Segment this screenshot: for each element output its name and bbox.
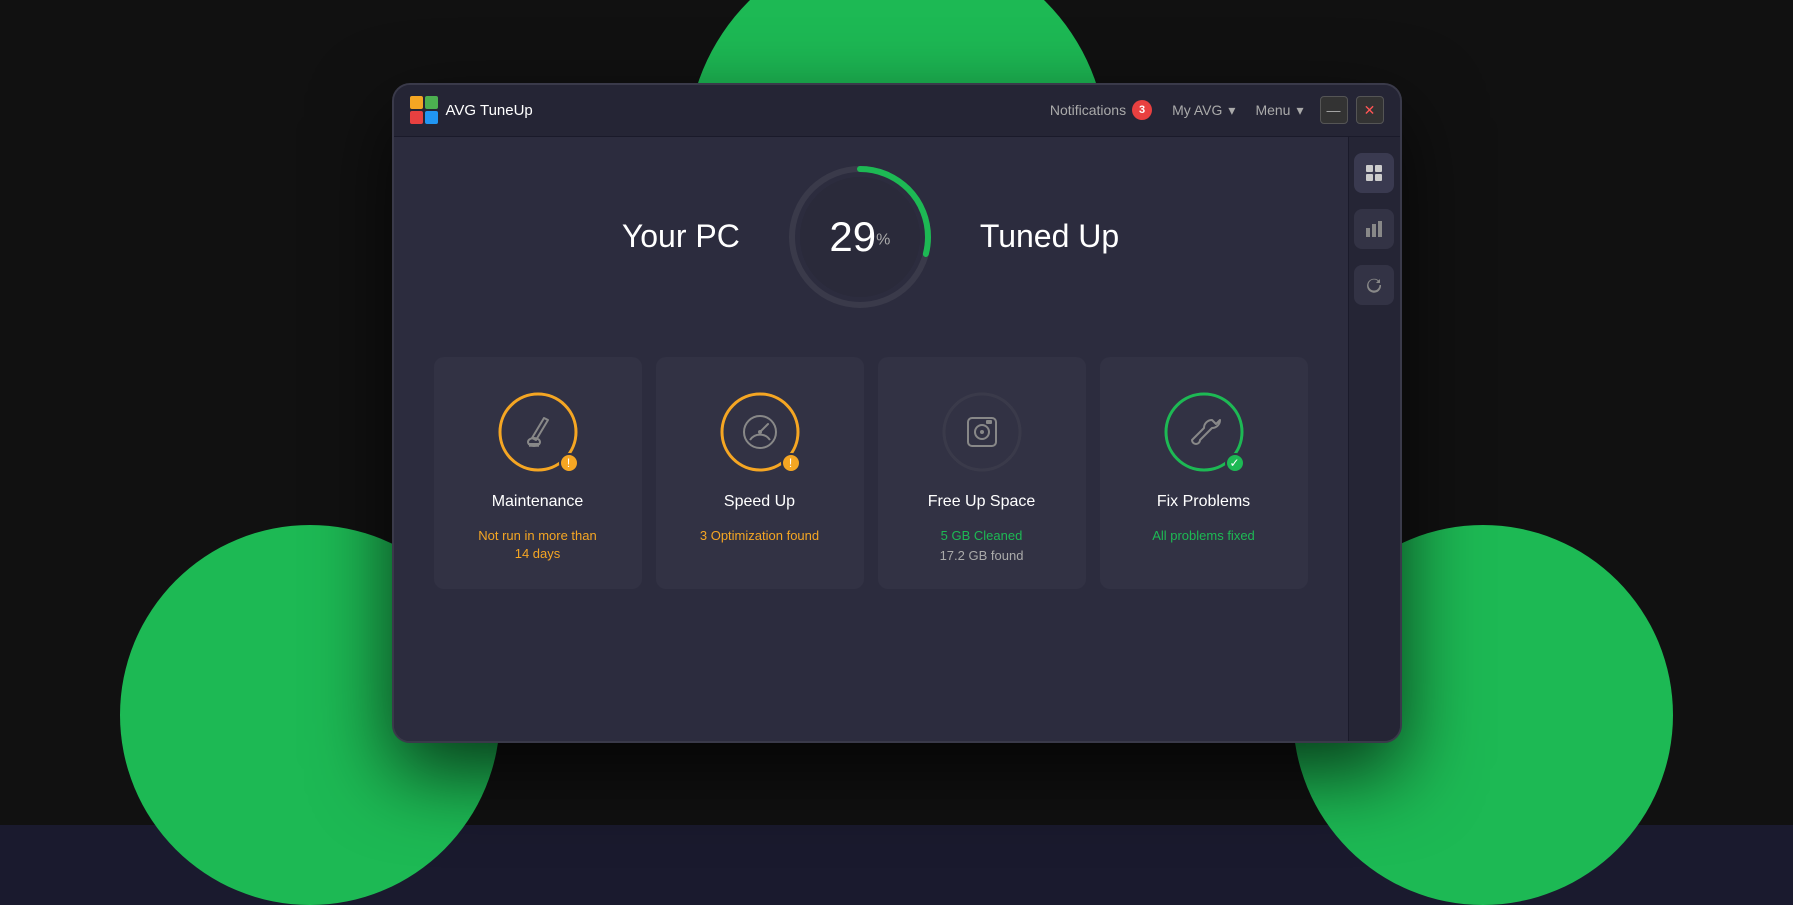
sidebar-grid-icon[interactable] <box>1354 153 1394 193</box>
card-status-area: All problems fixed <box>1152 527 1255 545</box>
score-circle: 29% <box>780 157 940 317</box>
card-title: Free Up Space <box>928 493 1036 511</box>
card-status-area: 3 Optimization found <box>700 527 819 545</box>
score-display: 29% <box>829 213 890 261</box>
status-badge-warning: ! <box>781 453 801 473</box>
notification-count: 3 <box>1132 100 1152 120</box>
app-title: AVG TuneUp <box>446 102 533 119</box>
close-button[interactable]: ✕ <box>1356 96 1384 124</box>
card-icon-wrapper: ! <box>715 387 805 477</box>
avg-logo-icon <box>410 96 438 124</box>
sidebar-refresh-icon[interactable] <box>1354 265 1394 305</box>
menu-button[interactable]: Menu ▾ <box>1255 102 1303 119</box>
card-status: All problems fixed <box>1152 527 1255 545</box>
card-icon-wrapper: ✓ <box>1159 387 1249 477</box>
notifications-button[interactable]: Notifications 3 <box>1050 100 1152 120</box>
card-fixproblems[interactable]: ✓ Fix Problems All problems fixed <box>1100 357 1308 589</box>
header-nav: Notifications 3 My AVG ▾ Menu ▾ <box>1050 100 1304 120</box>
card-speedup[interactable]: ! Speed Up 3 Optimization found <box>656 357 864 589</box>
card-freespace[interactable]: Free Up Space 5 GB Cleaned 17.2 GB found <box>878 357 1086 589</box>
card-status: 3 Optimization found <box>700 527 819 545</box>
card-status-primary: 5 GB Cleaned <box>941 527 1023 545</box>
cards-row: ! Maintenance Not run in more than14 day… <box>434 357 1308 589</box>
status-badge-warning: ! <box>559 453 579 473</box>
card-icon-wrapper: ! <box>493 387 583 477</box>
app-logo: AVG TuneUp <box>410 96 533 124</box>
main-content: Your PC 29% <box>394 137 1348 741</box>
score-section: Your PC 29% <box>434 157 1308 317</box>
card-ring <box>937 387 1027 477</box>
minimize-button[interactable]: — <box>1320 96 1348 124</box>
status-badge-success: ✓ <box>1225 453 1245 473</box>
card-icon-wrapper <box>937 387 1027 477</box>
sidebar-chart-icon[interactable] <box>1354 209 1394 249</box>
score-prefix: Your PC <box>622 218 740 255</box>
card-title: Speed Up <box>724 493 795 511</box>
app-body: Your PC 29% <box>394 137 1400 741</box>
card-maintenance[interactable]: ! Maintenance Not run in more than14 day… <box>434 357 642 589</box>
card-status-area: 5 GB Cleaned 17.2 GB found <box>940 527 1024 565</box>
background: AVG TuneUp Notifications 3 My AVG ▾ Menu… <box>0 0 1793 825</box>
right-sidebar <box>1348 137 1400 741</box>
card-title: Maintenance <box>492 493 584 511</box>
card-title: Fix Problems <box>1157 493 1250 511</box>
app-header: AVG TuneUp Notifications 3 My AVG ▾ Menu… <box>394 85 1400 137</box>
score-percent: % <box>876 231 890 248</box>
window-controls: — ✕ <box>1320 96 1384 124</box>
score-value: 29 <box>829 213 876 260</box>
score-suffix: Tuned Up <box>980 218 1119 255</box>
laptop-frame: AVG TuneUp Notifications 3 My AVG ▾ Menu… <box>392 83 1402 743</box>
card-status-area: Not run in more than14 days <box>478 527 597 563</box>
my-avg-button[interactable]: My AVG ▾ <box>1172 102 1235 119</box>
card-status: Not run in more than14 days <box>478 527 597 563</box>
score-inner-circle: 29% <box>800 177 920 297</box>
card-status-secondary: 17.2 GB found <box>940 547 1024 565</box>
